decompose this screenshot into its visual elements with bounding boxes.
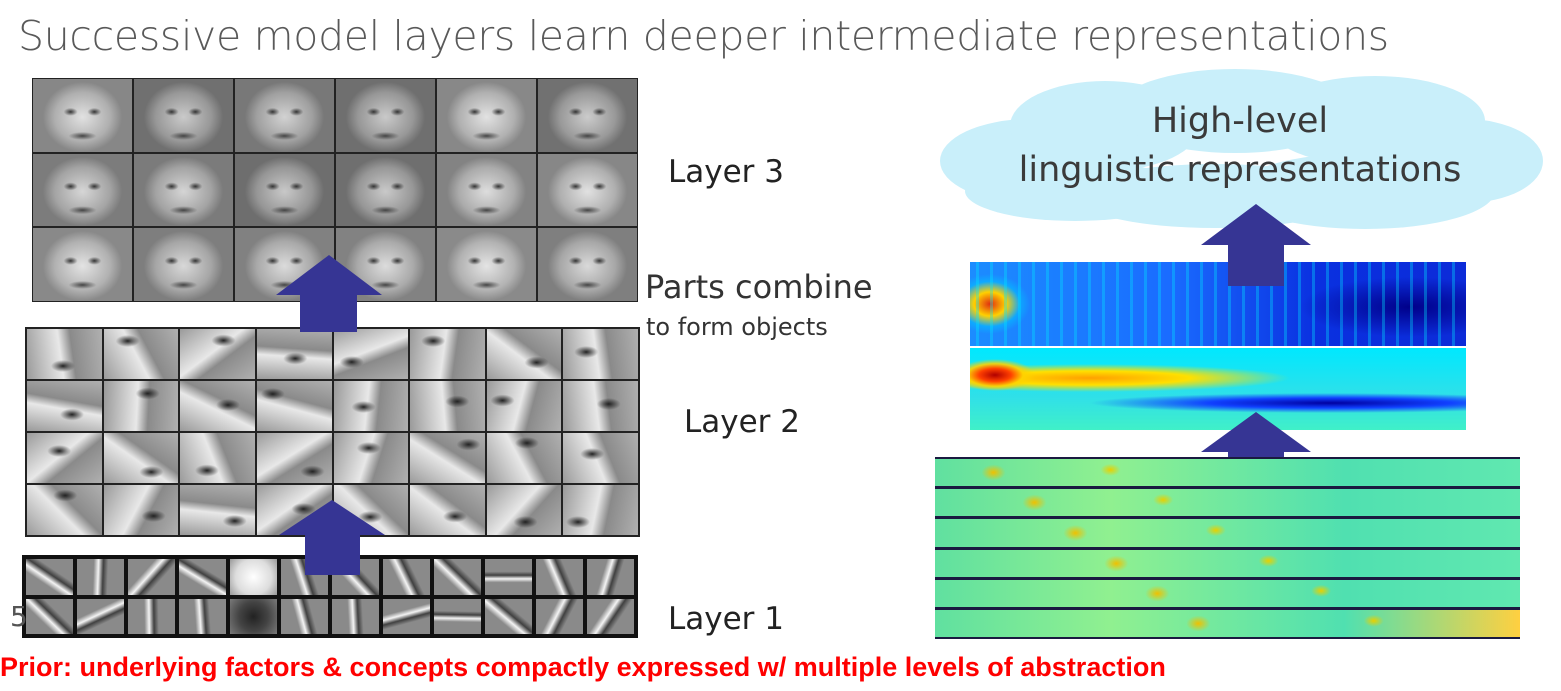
part-feature-tile — [180, 329, 255, 379]
edge-feature-tile — [179, 559, 226, 595]
part-feature-tile — [27, 381, 102, 431]
feature-map-row — [935, 459, 1520, 487]
part-feature-tile — [563, 433, 638, 483]
edge-feature-tile — [77, 559, 124, 595]
footer-prior-statement: Prior: underlying factors & concepts com… — [0, 652, 1166, 682]
part-feature-tile — [563, 381, 638, 431]
face-feature-tile — [134, 228, 233, 301]
up-arrow-icon — [1201, 204, 1311, 286]
part-feature-tile — [256, 329, 332, 379]
parts-combine-label: Parts combine — [645, 268, 873, 306]
edge-feature-tile — [26, 559, 73, 595]
face-feature-tile — [134, 153, 233, 227]
up-arrow-icon — [276, 255, 382, 332]
edge-feature-tile — [536, 598, 583, 634]
feature-map-row — [935, 489, 1520, 517]
feature-map-row — [935, 549, 1520, 577]
face-feature-tile — [437, 79, 536, 152]
face-feature-tile — [336, 79, 435, 152]
feature-map-row — [935, 519, 1520, 547]
face-feature-tile — [538, 153, 637, 227]
part-feature-tile — [486, 329, 562, 379]
edge-feature-tile — [230, 559, 277, 595]
edge-feature-tile — [434, 559, 481, 595]
part-feature-tile — [27, 433, 102, 483]
edge-feature-tile — [332, 598, 379, 634]
part-feature-tile — [180, 381, 255, 431]
part-feature-tile — [180, 433, 255, 483]
slide-title: Successive model layers learn deeper int… — [18, 12, 1389, 60]
edge-feature-tile — [77, 598, 124, 634]
low-level-feature-maps — [935, 457, 1520, 639]
edge-feature-tile — [434, 598, 481, 634]
face-feature-tile — [33, 153, 132, 227]
edge-feature-tile — [128, 598, 175, 634]
part-feature-tile — [486, 433, 562, 483]
face-feature-tile — [33, 79, 132, 152]
part-feature-tile — [410, 433, 485, 483]
edge-feature-tile — [26, 598, 73, 634]
slide-number: 5 — [10, 600, 28, 633]
part-feature-tile — [256, 433, 332, 483]
edge-feature-tile — [536, 559, 583, 595]
feature-map-row — [935, 579, 1520, 607]
part-feature-tile — [333, 433, 409, 483]
edge-feature-tile — [230, 598, 277, 634]
edge-feature-tile — [281, 598, 328, 634]
face-feature-tile — [235, 79, 334, 152]
part-feature-tile — [563, 329, 638, 379]
part-feature-tile — [180, 485, 255, 535]
face-feature-tile — [235, 153, 334, 227]
part-feature-tile — [410, 329, 485, 379]
layer3-label: Layer 3 — [668, 154, 785, 190]
edge-feature-tile — [587, 559, 634, 595]
face-feature-tile — [33, 228, 132, 301]
face-feature-tile — [134, 79, 233, 152]
up-arrow-icon — [279, 500, 385, 575]
part-feature-tile — [333, 329, 409, 379]
part-feature-tile — [27, 329, 102, 379]
part-feature-tile — [103, 381, 179, 431]
face-feature-tile — [437, 228, 536, 301]
edge-feature-tile — [128, 559, 175, 595]
part-feature-tile — [103, 433, 179, 483]
cloud-line2: linguistic representations — [1018, 150, 1462, 190]
edge-feature-tile — [485, 559, 532, 595]
part-feature-tile — [103, 329, 179, 379]
part-feature-tile — [256, 381, 332, 431]
part-feature-tile — [410, 381, 485, 431]
face-feature-tile — [437, 153, 536, 227]
layer1-label: Layer 1 — [668, 601, 785, 637]
part-feature-tile — [103, 485, 179, 535]
feature-map-row — [935, 609, 1520, 638]
part-feature-tile — [486, 485, 562, 535]
part-feature-tile — [410, 485, 485, 535]
part-feature-tile — [333, 381, 409, 431]
layer2-label: Layer 2 — [684, 404, 801, 440]
part-feature-tile — [27, 485, 102, 535]
part-feature-tile — [486, 381, 562, 431]
edge-feature-tile — [383, 598, 430, 634]
face-feature-tile — [538, 79, 637, 152]
to-form-objects-label: to form objects — [646, 313, 828, 341]
edge-feature-tile — [179, 598, 226, 634]
face-feature-tile — [538, 228, 637, 301]
face-feature-tile — [336, 153, 435, 227]
part-feature-tile — [563, 485, 638, 535]
cloud-line1: High-level — [1151, 101, 1329, 141]
edge-feature-tile — [587, 598, 634, 634]
edge-feature-tile — [485, 598, 532, 634]
